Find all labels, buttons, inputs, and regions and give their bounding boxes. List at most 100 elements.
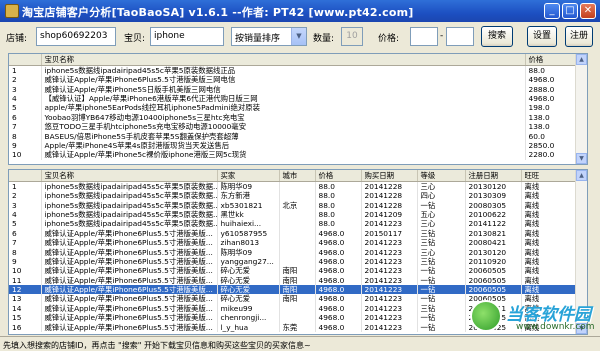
product-row[interactable]: 4 【威锋认证】Apple/苹果iPhone6港版苹果6代正港代购日版三网 4968… [9, 93, 578, 104]
table-cell: 88.0 [315, 200, 362, 210]
price-min-input[interactable] [410, 27, 438, 46]
buyer-row[interactable]: 1 iphone5s数据线ipadairipad45s5c苹果5原装数据... 陈明… [9, 181, 578, 191]
search-button[interactable]: 搜索 [481, 26, 513, 47]
column-header[interactable]: 宝贝名称 [41, 170, 218, 182]
item-keyword-input[interactable]: iphone [150, 27, 224, 46]
table-cell: 离线 [521, 247, 578, 257]
price-max-input[interactable] [446, 27, 474, 46]
product-row[interactable]: 5 apple/苹果iphone5EarPods线控耳机iphone5Padmin… [9, 103, 578, 113]
register-button[interactable]: 注册 [565, 26, 593, 47]
minimize-button[interactable]: _ [544, 3, 560, 19]
table-cell: 60.0 [525, 131, 578, 141]
product-row[interactable]: 3 威锋认证Apple/苹果iPhone5S日版手机美版三网电信 2888.0 [9, 84, 578, 94]
table-cell: 20141223 [361, 303, 418, 314]
buyer-row[interactable]: 9 威锋认证Apple/苹果iPhone6Plus5.5寸港版美版... yangg… [9, 256, 578, 267]
column-header[interactable]: 旺旺 [521, 170, 578, 182]
table-cell: 9 [9, 140, 42, 151]
title-bar: 淘宝店铺客户分析[TaoBaoSA] v1.6.1 --作者: PT42 [ww… [0, 0, 600, 22]
scroll-up-icon[interactable]: ▲ [576, 170, 587, 181]
table-cell: 一钻 [417, 200, 466, 210]
scroll-up-icon[interactable]: ▲ [576, 54, 587, 65]
table-cell: 陈明华09 [217, 181, 280, 191]
table-cell: 威锋认证Apple/苹果iPhone6Plus5.5寸港版美版... [41, 266, 218, 276]
product-row[interactable]: 6 Yoobao羽博YB647移动电源10400iphone5s三星htc充电宝 1… [9, 112, 578, 122]
chevron-down-icon[interactable]: ▼ [291, 28, 306, 45]
buyer-row[interactable]: 5 iphone5s数据线ipadairipad45s5c苹果5原装数据... hu… [9, 219, 578, 229]
table-cell [279, 237, 316, 248]
table-cell: 20060505 [465, 284, 522, 295]
table-cell: 一钻 [417, 322, 466, 332]
buyer-row[interactable]: 2 iphone5s数据线ipadairipad45s5c苹果5原装数据... 东方… [9, 191, 578, 201]
product-list-scrollbar[interactable]: ▲ ▼ [575, 54, 587, 164]
buyer-row[interactable]: 6 威锋认证Apple/苹果iPhone6Plus5.5寸港版美版... y6105… [9, 228, 578, 238]
table-cell [279, 247, 316, 257]
column-header[interactable] [9, 54, 42, 66]
table-cell: 20141209 [361, 209, 418, 220]
quantity-input[interactable]: 10 [341, 27, 363, 46]
product-row[interactable]: 10 威锋认证Apple/苹果iPhone5c裸价版iphone港版三网5c现货 2… [9, 150, 578, 160]
table-cell: yanggang27... [217, 256, 280, 267]
column-header[interactable]: 等级 [417, 170, 466, 182]
sort-select-value: 按销量排序 [235, 34, 281, 44]
product-row[interactable]: 7 悠豆TODO三星手机htciphone5s充电宝移动电源10000毫安 138.… [9, 121, 578, 132]
table-cell: 威锋认证Apple/苹果iPhone6Plus5.5寸港版美版... [41, 228, 218, 238]
product-list-panel: 宝贝名称 价格 1 iphone5s数据线ipadairipad45s5c苹果5原装… [8, 53, 588, 165]
table-cell: 2850.0 [525, 140, 578, 151]
table-cell: 20100622 [465, 209, 522, 220]
table-cell [279, 256, 316, 267]
table-cell: 7 [9, 237, 42, 248]
table-cell: 4968.0 [315, 228, 362, 238]
column-header[interactable]: 城市 [279, 170, 316, 182]
table-cell: apple/苹果iphone5EarPods线控耳机iphone5Padmini… [41, 103, 526, 113]
table-cell: 威锋认证Apple/苹果iPhone6Plus5.5寸港版美版... [41, 256, 218, 267]
table-cell: 3 [9, 84, 42, 94]
column-header[interactable]: 价格 [525, 54, 578, 66]
table-cell: 88.0 [525, 65, 578, 75]
buyer-row[interactable]: 10 威锋认证Apple/苹果iPhone6Plus5.5寸港版美版... 碎心无爱… [9, 266, 578, 276]
table-cell: 威锋认证Apple/苹果iPhone6Plus5.5寸港版美版... [41, 294, 218, 304]
buyer-row[interactable]: 4 iphone5s数据线ipadairipad45s5c苹果5原装数据... 黑世… [9, 209, 578, 220]
table-cell: 5 [9, 103, 42, 113]
sort-select[interactable]: 按销量排序 ▼ [231, 27, 307, 46]
shop-id-input[interactable]: shop60692203 [36, 27, 116, 46]
column-header[interactable]: 价格 [315, 170, 362, 182]
site-watermark: 当客软件园 www.downkr.com [470, 298, 598, 338]
product-row[interactable]: 9 Apple/苹果iPhone4S苹果4s原封港版现货当天发送售后 2850.0 [9, 140, 578, 151]
close-button[interactable]: ✕ [580, 3, 596, 19]
watermark-url: www.downkr.com [516, 322, 595, 332]
buyer-row[interactable]: 12 威锋认证Apple/苹果iPhone6Plus5.5寸港版美版... 碎心无爱… [9, 284, 578, 295]
buyer-row[interactable]: 7 威锋认证Apple/苹果iPhone6Plus5.5寸港版美版... zihan… [9, 237, 578, 248]
column-header[interactable]: 宝贝名称 [41, 54, 526, 66]
table-cell: 12 [9, 284, 42, 295]
buyer-row[interactable]: 11 威锋认证Apple/苹果iPhone6Plus5.5寸港版美版... 碎心无爱… [9, 275, 578, 285]
table-cell: 2280.0 [525, 150, 578, 160]
column-header[interactable] [9, 170, 42, 182]
table-cell: 3 [9, 200, 42, 210]
column-header[interactable]: 注册日期 [465, 170, 522, 182]
table-cell: 悠豆TODO三星手机htciphone5s充电宝移动电源10000毫安 [41, 121, 526, 132]
table-cell: 离线 [521, 256, 578, 267]
table-cell: 威锋认证Apple/苹果iPhone6Plus5.5寸港版美版... [41, 284, 218, 295]
maximize-button[interactable]: □ [562, 3, 578, 19]
settings-button[interactable]: 设置 [527, 26, 557, 47]
buyer-row[interactable]: 8 威锋认证Apple/苹果iPhone6Plus5.5寸港版美版... 陈明华09… [9, 247, 578, 257]
column-header[interactable]: 购买日期 [361, 170, 418, 182]
table-cell: 4968.0 [315, 247, 362, 257]
table-cell: 138.0 [525, 112, 578, 122]
table-cell: huihaiexi... [217, 219, 280, 229]
product-row[interactable]: 8 BASEUS/倍思iPhone5S手机皮套苹果5S翻盖保护壳套超薄 60.0 [9, 131, 578, 141]
buyer-row[interactable]: 3 iphone5s数据线ipadairipad45s5c苹果5原装数据... xb… [9, 200, 578, 210]
column-header[interactable]: 买家 [217, 170, 280, 182]
table-cell: 2888.0 [525, 84, 578, 94]
table-cell: 威锋认证Apple/苹果iPhone6Plus5.5寸港版美版... [41, 313, 218, 323]
scroll-down-icon[interactable]: ▼ [576, 153, 587, 164]
table-cell: 三钻 [417, 237, 466, 248]
table-cell: 一钻 [417, 275, 466, 285]
table-cell: 2 [9, 75, 42, 85]
table-cell: 20130120 [465, 247, 522, 257]
table-cell: iphone5s数据线ipadairipad45s5c苹果5原装数据线正品 [41, 65, 526, 75]
product-row[interactable]: 2 威锋认证Apple/苹果iPhone6Plus5.5寸港版美版三网电信 4968… [9, 75, 578, 85]
table-cell: 南阳 [279, 284, 316, 295]
table-cell: 碎心无爱 [217, 284, 280, 295]
product-row[interactable]: 1 iphone5s数据线ipadairipad45s5c苹果5原装数据线正品 88… [9, 65, 578, 75]
